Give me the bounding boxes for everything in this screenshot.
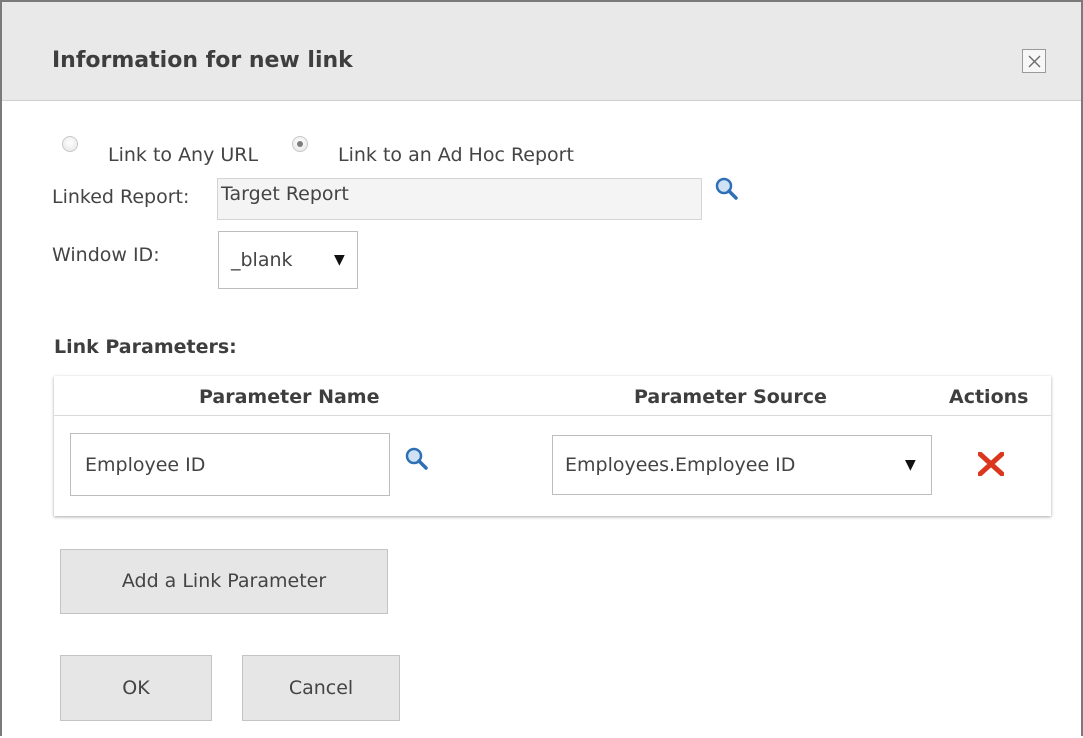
dropdown-arrow-icon: ▼ bbox=[334, 252, 345, 268]
link-any-url-label[interactable]: Link to Any URL bbox=[108, 144, 258, 166]
column-header-parameter-source: Parameter Source bbox=[634, 386, 827, 408]
window-id-label: Window ID: bbox=[52, 244, 160, 266]
header-divider bbox=[54, 415, 1051, 416]
link-ad-hoc-report-radio[interactable] bbox=[292, 136, 308, 152]
cancel-button[interactable]: Cancel bbox=[242, 655, 400, 721]
add-link-parameter-button[interactable]: Add a Link Parameter bbox=[60, 549, 388, 614]
delete-icon[interactable] bbox=[977, 451, 1005, 480]
column-header-parameter-name: Parameter Name bbox=[199, 386, 380, 408]
search-icon[interactable] bbox=[404, 446, 430, 476]
close-button[interactable] bbox=[1022, 49, 1046, 73]
link-parameters-table: Parameter Name Parameter Source Actions … bbox=[54, 376, 1051, 516]
link-any-url-radio[interactable] bbox=[62, 136, 78, 152]
new-link-dialog: Information for new link Link to Any URL… bbox=[0, 0, 1083, 736]
link-parameters-heading: Link Parameters: bbox=[54, 336, 237, 358]
search-icon[interactable] bbox=[714, 176, 740, 206]
parameter-source-value: Employees.Employee ID bbox=[565, 454, 796, 476]
dropdown-arrow-icon: ▼ bbox=[905, 457, 916, 473]
parameter-source-select[interactable]: Employees.Employee ID ▼ bbox=[552, 435, 932, 495]
window-id-value: _blank bbox=[231, 249, 293, 271]
close-icon bbox=[1028, 55, 1041, 68]
column-header-actions: Actions bbox=[949, 386, 1029, 408]
dialog-title: Information for new link bbox=[52, 48, 353, 73]
linked-report-field[interactable]: Target Report bbox=[217, 178, 702, 220]
link-ad-hoc-report-label[interactable]: Link to an Ad Hoc Report bbox=[338, 144, 574, 166]
ok-button[interactable]: OK bbox=[60, 655, 212, 721]
dialog-titlebar: Information for new link bbox=[2, 2, 1081, 101]
parameter-name-input[interactable]: Employee ID bbox=[70, 433, 390, 496]
linked-report-label: Linked Report: bbox=[52, 186, 190, 208]
window-id-select[interactable]: _blank ▼ bbox=[218, 231, 358, 289]
